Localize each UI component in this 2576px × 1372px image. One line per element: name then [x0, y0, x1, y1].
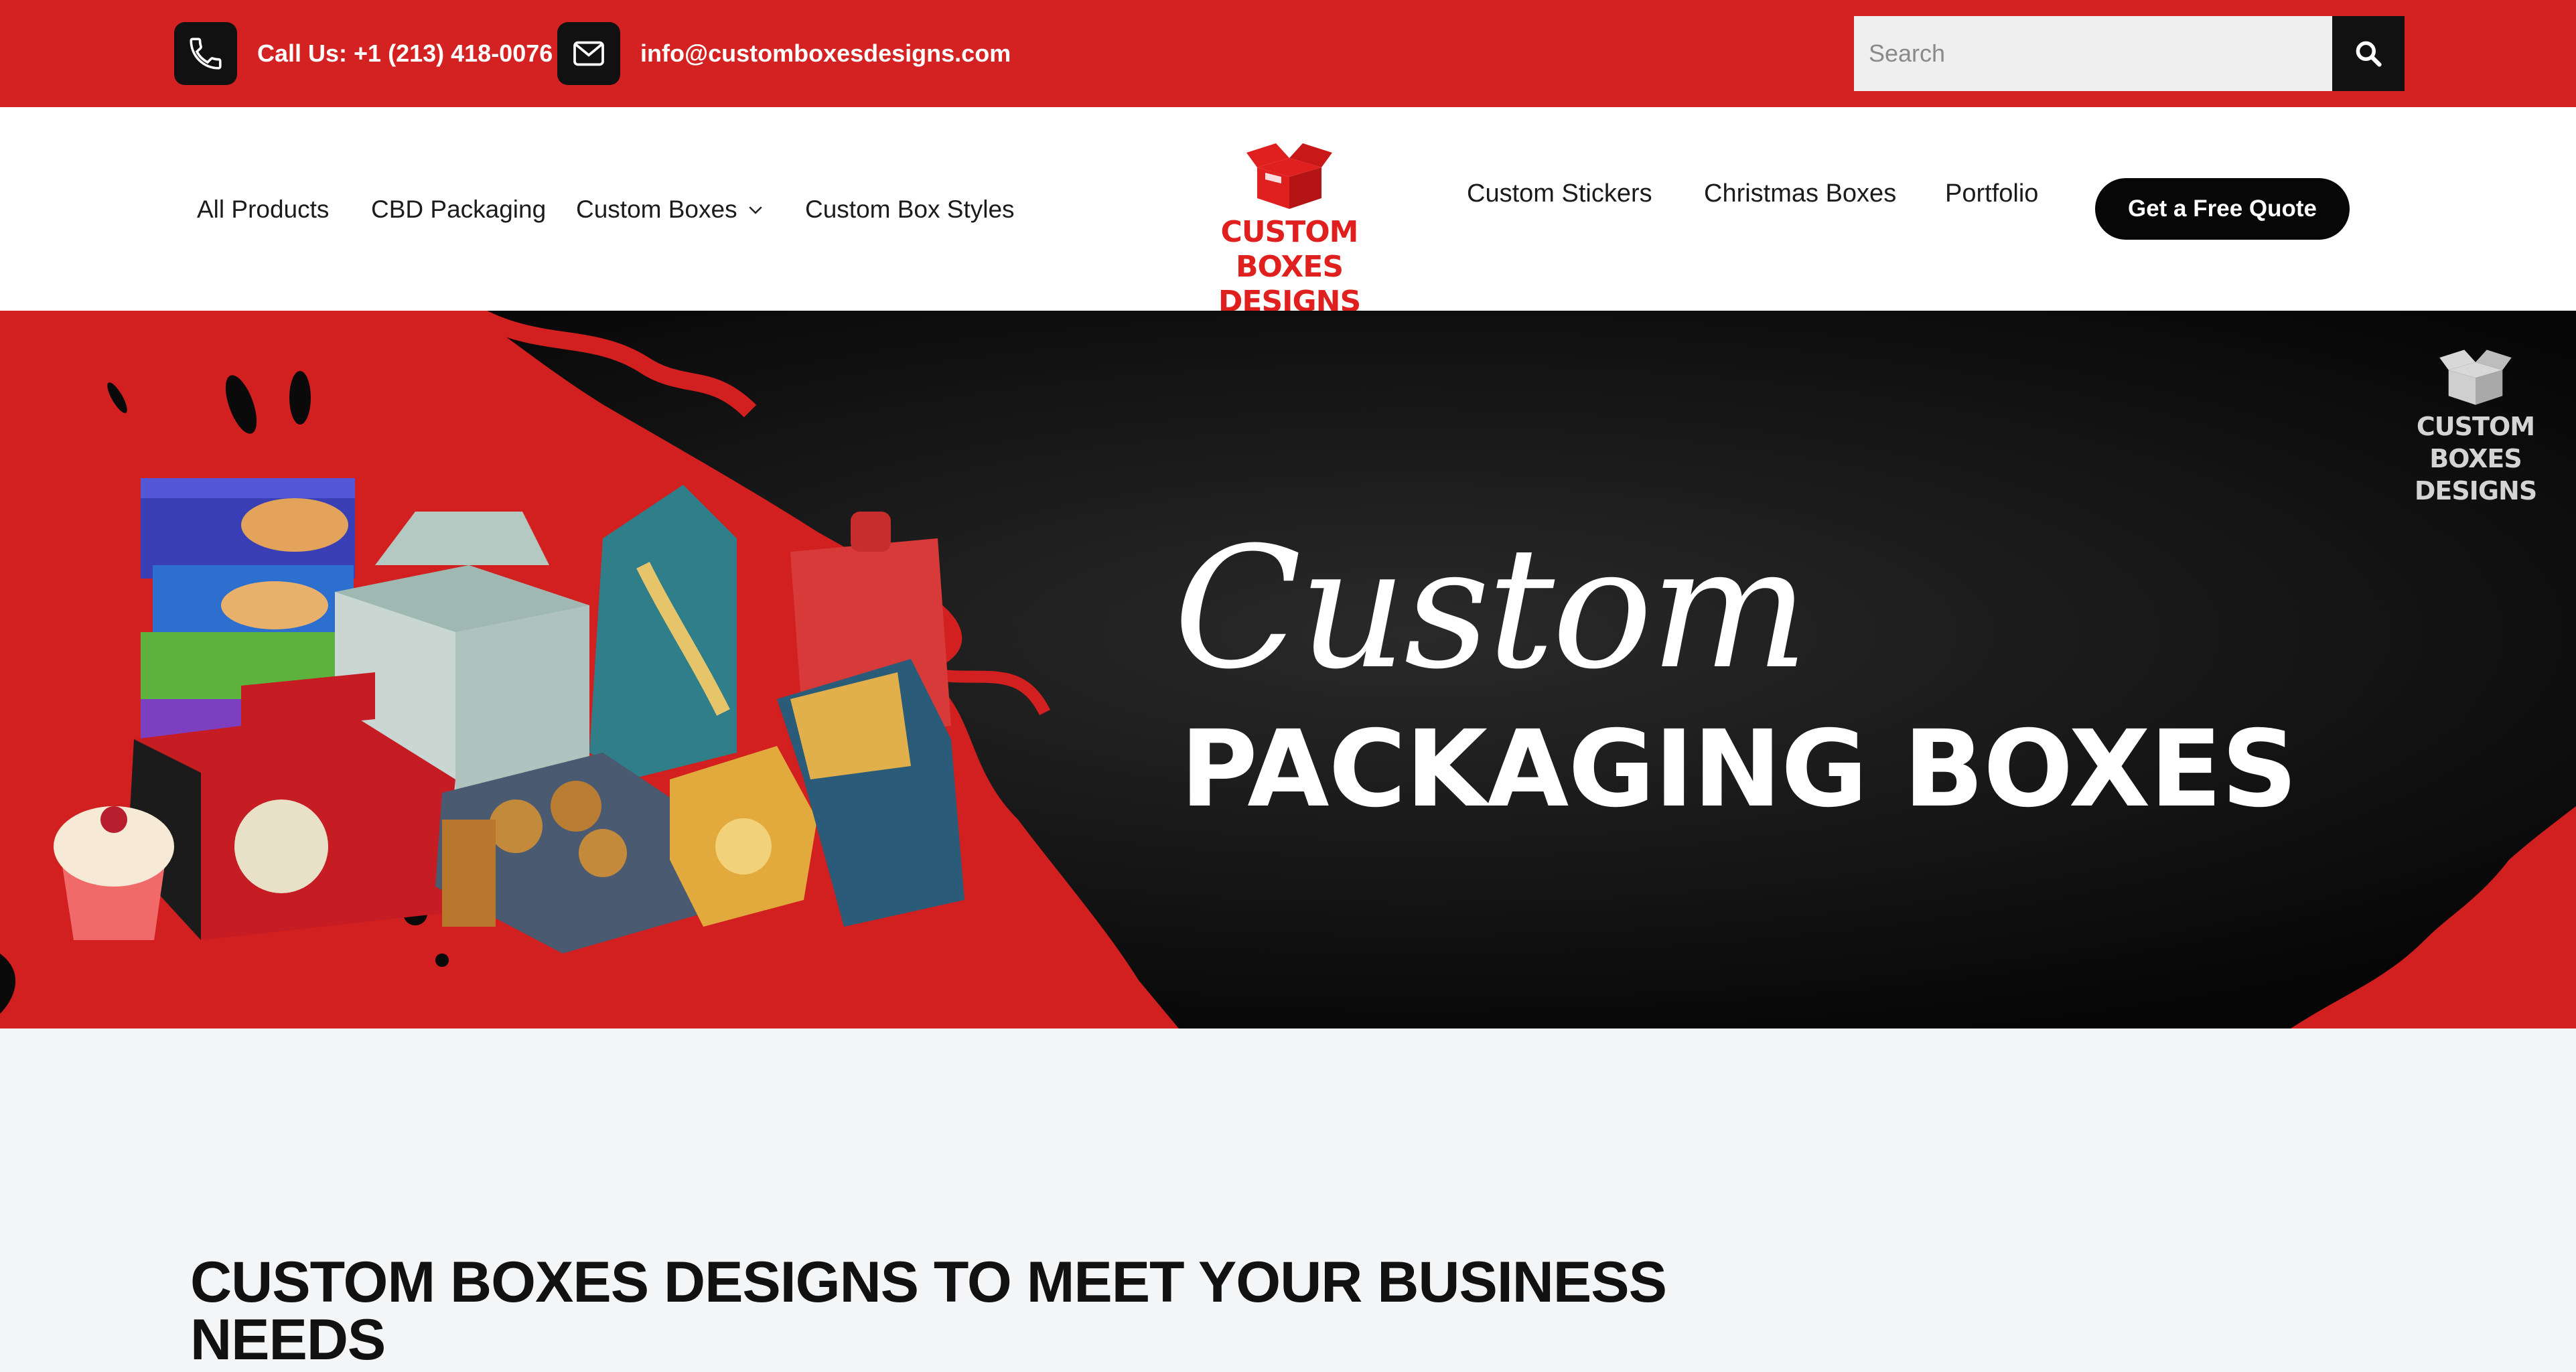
chevron-down-icon	[748, 206, 762, 214]
nav-label: CBD Packaging	[371, 196, 547, 223]
section-heading: CUSTOM BOXES DESIGNS TO MEET YOUR BUSINE…	[190, 1250, 1667, 1372]
watermark-line1: CUSTOM	[2416, 412, 2535, 441]
nav-custom-boxes[interactable]: Custom Boxes	[576, 196, 766, 224]
search-form	[1854, 16, 2405, 91]
phone-icon	[174, 22, 237, 85]
hero-watermark-logo: CUSTOM BOXES DESIGNS	[2375, 344, 2576, 507]
email-contact[interactable]: info@customboxesdesigns.com	[557, 22, 1011, 85]
logo-text-line2: BOXES DESIGNS	[1218, 250, 1361, 319]
nav-label: Portfolio	[1945, 179, 2039, 208]
search-button[interactable]	[2332, 16, 2405, 91]
box-logo-icon	[1246, 143, 1332, 209]
get-free-quote-button[interactable]: Get a Free Quote	[2095, 178, 2350, 240]
top-bar: Call Us: +1 (213) 418-0076 info@custombo…	[0, 0, 2576, 107]
mail-icon	[557, 22, 620, 85]
hero-banner: Custom PACKAGING BOXES CUSTOM BOXES DESI…	[0, 311, 2576, 1028]
nav-cbd-packaging[interactable]: CBD Packaging	[371, 196, 546, 224]
nav-all-products[interactable]: All Products	[197, 196, 329, 224]
nav-label: All Products	[197, 196, 330, 223]
nav-custom-stickers[interactable]: Custom Stickers	[1467, 179, 1652, 208]
nav-label: Custom Box Styles	[805, 196, 1015, 223]
hero-bold-title: PACKAGING BOXES	[1180, 708, 2297, 831]
nav-portfolio[interactable]: Portfolio	[1945, 179, 2038, 208]
phone-text: Call Us: +1 (213) 418-0076	[257, 40, 553, 67]
search-input[interactable]	[1854, 16, 2332, 91]
phone-contact[interactable]: Call Us: +1 (213) 418-0076	[174, 22, 553, 85]
main-nav: All Products CBD Packaging Custom Boxes …	[0, 107, 2576, 319]
nav-custom-box-styles[interactable]: Custom Box Styles	[805, 196, 1015, 224]
logo-text-line1: CUSTOM	[1220, 215, 1359, 249]
hero-script-title: Custom	[1173, 511, 1809, 706]
email-text: info@customboxesdesigns.com	[640, 40, 1011, 67]
nav-label: Custom Boxes	[576, 196, 737, 223]
nav-label: Custom Stickers	[1467, 179, 1652, 208]
nav-christmas-boxes[interactable]: Christmas Boxes	[1704, 179, 1896, 208]
watermark-line2: BOXES DESIGNS	[2414, 444, 2537, 506]
nav-label: Christmas Boxes	[1704, 179, 1897, 208]
search-icon	[2356, 41, 2382, 67]
box-watermark-icon	[2439, 350, 2512, 405]
site-logo[interactable]: CUSTOM BOXES DESIGNS	[1186, 137, 1393, 319]
